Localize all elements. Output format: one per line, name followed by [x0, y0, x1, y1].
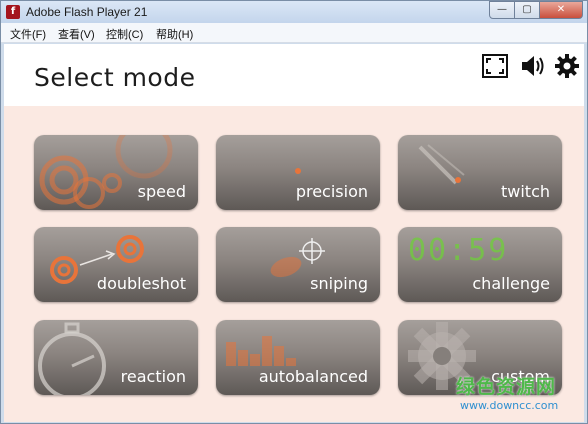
minimize-button[interactable]: — — [489, 1, 515, 19]
maximize-button[interactable]: ▢ — [514, 1, 540, 19]
mode-label: autobalanced — [258, 367, 368, 386]
mode-label: sniping — [310, 274, 368, 293]
mode-autobalanced-tile[interactable]: autobalanced — [216, 320, 380, 395]
title-bar[interactable]: f Adobe Flash Player 21 — ▢ ✕ — [1, 1, 587, 23]
fullscreen-icon[interactable] — [481, 52, 509, 80]
mode-challenge-tile[interactable]: 00:59 challenge — [398, 227, 562, 302]
page-title: Select mode — [34, 63, 196, 92]
mode-label: reaction — [120, 367, 186, 386]
watermark-text: 绿色资源网 — [456, 376, 557, 398]
menu-control[interactable]: 控制(C) — [106, 26, 143, 42]
mode-doubleshot-tile[interactable]: doubleshot — [34, 227, 198, 302]
mode-label: doubleshot — [96, 274, 186, 293]
mode-sniping-tile[interactable]: sniping — [216, 227, 380, 302]
mode-label: precision — [295, 182, 368, 201]
mode-speed-tile[interactable]: speed — [34, 135, 198, 210]
menu-help[interactable]: 帮助(H) — [156, 26, 193, 42]
mode-label: speed — [137, 182, 186, 201]
watermark-url: www.downcc.com — [460, 399, 559, 412]
challenge-timer: 00:59 — [408, 233, 509, 268]
flash-player-window: f Adobe Flash Player 21 — ▢ ✕ 文件(F) 查看(V… — [0, 0, 588, 424]
window-controls: — ▢ ✕ — [489, 1, 583, 19]
menu-bar: 文件(F) 查看(V) 控制(C) 帮助(H) — [1, 23, 587, 43]
close-button[interactable]: ✕ — [539, 1, 583, 19]
gear-icon[interactable] — [553, 52, 581, 80]
header: Select mode — [4, 44, 584, 106]
mode-label: twitch — [500, 182, 550, 201]
mode-label: challenge — [472, 274, 550, 293]
window-title: Adobe Flash Player 21 — [26, 5, 148, 19]
mode-precision-tile[interactable]: precision — [216, 135, 380, 210]
mode-reaction-tile[interactable]: reaction — [34, 320, 198, 395]
speaker-icon[interactable] — [519, 52, 547, 80]
menu-view[interactable]: 查看(V) — [58, 26, 95, 42]
flash-app-icon: f — [6, 5, 20, 19]
mode-twitch-tile[interactable]: twitch — [398, 135, 562, 210]
menu-file[interactable]: 文件(F) — [10, 26, 46, 42]
game-content: Select mode speed precision twitch doubl… — [4, 44, 584, 422]
